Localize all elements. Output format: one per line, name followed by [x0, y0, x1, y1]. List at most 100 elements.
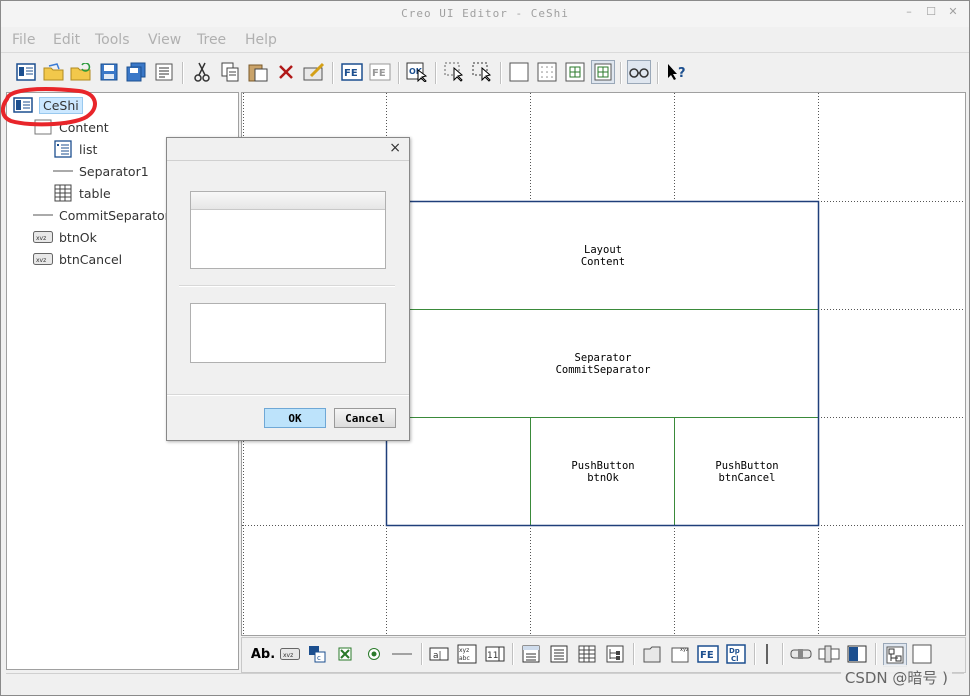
spinbox-icon[interactable]: 11 [484, 643, 506, 665]
preview-separator [179, 285, 395, 287]
menu-tools[interactable]: Tools [95, 32, 130, 48]
tree-item-list[interactable]: list [53, 139, 97, 159]
help-icon[interactable]: ? [665, 60, 689, 84]
maximize-button[interactable]: ☐ [925, 5, 937, 18]
preview-dialog-titlebar: × [167, 138, 409, 161]
slider-icon[interactable] [790, 643, 812, 665]
close-icon[interactable]: × [389, 140, 401, 156]
menu-help[interactable]: Help [245, 32, 277, 48]
menu-edit[interactable]: Edit [53, 32, 80, 48]
main-toolbar: FE FE OK ? [1, 56, 969, 90]
dp-icon[interactable]: Dp Cl [725, 643, 747, 665]
blank-grid-icon[interactable] [507, 60, 531, 84]
checkbox-icon[interactable] [334, 643, 356, 665]
drawing-area-icon[interactable]: xyz [669, 643, 691, 665]
separator-icon [33, 206, 53, 224]
tree-item-btnok[interactable]: xvz btnOk [33, 227, 97, 247]
minimize-button[interactable]: – [903, 5, 915, 18]
preview-table[interactable] [190, 303, 386, 363]
table-icon[interactable] [576, 643, 598, 665]
separator-icon[interactable] [391, 643, 413, 665]
thumbwheel-icon[interactable] [818, 643, 840, 665]
edit-icon[interactable] [302, 60, 326, 84]
fe-disabled-icon[interactable]: FE [368, 60, 392, 84]
layout-cell-content[interactable]: Layout Content [387, 244, 819, 268]
window-title: Creo UI Editor - CeShi [401, 7, 569, 20]
svg-text:xyz: xyz [680, 647, 689, 653]
svg-text:xvz: xvz [283, 652, 293, 659]
tree-item-label: btnCancel [59, 251, 123, 267]
properties-icon[interactable] [152, 60, 176, 84]
menu-file[interactable]: File [12, 32, 35, 48]
radio-icon[interactable] [363, 643, 385, 665]
svg-text:xyz: xyz [459, 647, 469, 654]
snap-grid-icon[interactable] [591, 60, 615, 84]
pushbutton-cell-btnok[interactable]: PushButton btnOk [531, 460, 675, 484]
delete-icon[interactable] [274, 60, 298, 84]
svg-text:FE: FE [372, 68, 386, 79]
tree-item-btncancel[interactable]: xvz btnCancel [33, 249, 122, 269]
menu-view[interactable]: View [148, 32, 181, 48]
save-all-icon[interactable] [124, 60, 148, 84]
preview-glasses-icon[interactable] [627, 60, 651, 84]
layout-icon[interactable] [641, 643, 663, 665]
label-icon[interactable]: Ab. [250, 643, 276, 665]
progressbar-icon[interactable] [846, 643, 868, 665]
ok-button[interactable]: OK [264, 408, 326, 428]
tree-item-label: btnOk [59, 229, 97, 245]
svg-text:11: 11 [487, 651, 498, 661]
separator-cell-commitseparator[interactable]: Separator CommitSeparator [387, 352, 819, 376]
listbox-icon[interactable] [520, 643, 542, 665]
tree-icon[interactable] [883, 643, 907, 667]
red-annotation-circle [1, 87, 97, 127]
svg-text:xvz: xvz [36, 257, 46, 264]
paste-icon[interactable] [246, 60, 270, 84]
svg-text:FE: FE [344, 68, 358, 79]
vertical-separator-icon[interactable] [756, 643, 778, 665]
svg-text:?: ? [678, 66, 686, 81]
copy-icon[interactable] [218, 60, 242, 84]
preview-commit-separator [167, 394, 409, 396]
tree-item-label: table [79, 185, 111, 201]
table-icon [53, 184, 73, 202]
radio-group-icon[interactable]: c [306, 643, 328, 665]
svg-text:Cl: Cl [731, 655, 739, 663]
pushbutton-icon[interactable]: xvz [279, 643, 301, 665]
tree-item-commitseparator[interactable]: CommitSeparator [33, 205, 170, 225]
fe-icon[interactable]: FE [340, 60, 364, 84]
preview-dialog: × OK Cancel [166, 137, 410, 441]
title-bar: Creo UI Editor - CeShi – ☐ ✕ [1, 1, 969, 27]
open-folder-2-icon[interactable] [69, 60, 93, 84]
select-tool-icon[interactable] [443, 60, 467, 84]
preview-list[interactable] [190, 191, 386, 269]
blank-icon[interactable] [911, 643, 933, 665]
tree-item-label: list [79, 141, 98, 157]
list-icon[interactable] [548, 643, 570, 665]
status-bar [6, 673, 964, 692]
dot-grid-icon[interactable] [535, 60, 559, 84]
app-window: Creo UI Editor - CeShi – ☐ ✕ File Edit T… [0, 0, 970, 696]
preview-list-header [191, 192, 385, 210]
cancel-button[interactable]: Cancel [334, 408, 396, 428]
cut-icon[interactable] [190, 60, 214, 84]
new-dialog-icon[interactable] [14, 60, 38, 84]
open-folder-icon[interactable] [42, 60, 66, 84]
ok-icon[interactable]: OK [405, 60, 429, 84]
fine-grid-icon[interactable] [563, 60, 587, 84]
svg-text:c: c [317, 654, 321, 662]
select-tool-2-icon[interactable] [471, 60, 495, 84]
tree-item-table[interactable]: table [53, 183, 111, 203]
pushbutton-cell-btncancel[interactable]: PushButton btnCancel [675, 460, 819, 484]
textarea-icon[interactable]: xyz abc [456, 643, 478, 665]
tree-icon[interactable] [604, 643, 626, 665]
pushbutton-icon: xvz [33, 250, 53, 268]
fe-icon[interactable]: FE [697, 643, 719, 665]
svg-text:xvz: xvz [36, 235, 46, 242]
close-button[interactable]: ✕ [947, 5, 959, 18]
list-icon [53, 140, 73, 158]
tree-item-separator1[interactable]: Separator1 [53, 161, 149, 181]
inputpanel-icon[interactable]: a| [428, 643, 450, 665]
svg-text:a|: a| [433, 651, 442, 661]
menu-tree[interactable]: Tree [197, 32, 226, 48]
save-icon[interactable] [97, 60, 121, 84]
